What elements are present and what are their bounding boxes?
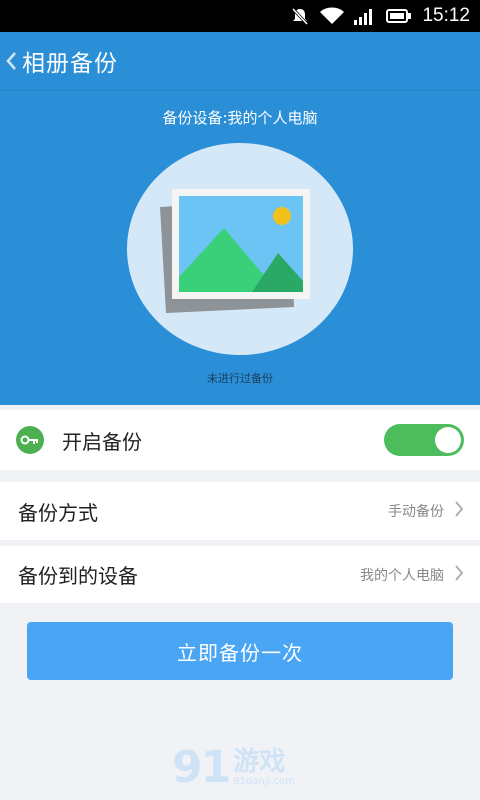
backup-status-text: 未进行过备份 <box>207 372 273 385</box>
photo-stack-icon <box>160 189 312 321</box>
notifications-off-icon <box>290 6 310 26</box>
wifi-icon <box>320 7 345 25</box>
backup-method-value: 手动备份 <box>388 504 444 520</box>
chevron-right-icon <box>454 564 464 586</box>
signal-icon <box>354 7 376 25</box>
backup-toggle-switch[interactable] <box>384 424 464 456</box>
backup-device-row-label: 备份到的设备 <box>18 564 138 588</box>
key-icon <box>16 426 44 454</box>
chevron-left-icon <box>4 50 22 72</box>
watermark-text: 游戏 91danji.com <box>233 748 295 788</box>
backup-device-row[interactable]: 备份到的设备 我的个人电脑 <box>0 546 480 603</box>
backup-toggle-label: 开启备份 <box>62 429 142 454</box>
site-watermark: 91 游戏 91danji.com <box>172 746 295 790</box>
watermark-logo: 91 <box>172 742 231 793</box>
backup-toggle-row: 开启备份 <box>0 410 480 470</box>
chevron-right-icon <box>454 500 464 522</box>
watermark-sub: 91danji.com <box>233 776 295 787</box>
watermark-main: 游戏 <box>233 747 286 777</box>
backup-now-button[interactable]: 立即备份一次 <box>27 622 453 680</box>
hero-panel: 备份设备:我的个人电脑 未进行过备份 <box>0 90 480 405</box>
backup-method-row[interactable]: 备份方式 手动备份 <box>0 482 480 540</box>
page-title: 相册备份 <box>22 51 118 77</box>
status-bar: 15:12 <box>0 0 480 32</box>
toggle-knob <box>435 427 461 453</box>
back-button[interactable]: 相册备份 <box>4 44 118 78</box>
battery-icon <box>386 8 412 24</box>
status-time: 15:12 <box>422 5 470 26</box>
backup-method-label: 备份方式 <box>18 500 98 525</box>
backup-device-label: 备份设备:我的个人电脑 <box>162 109 318 127</box>
backup-device-value: 我的个人电脑 <box>360 567 444 584</box>
app-header: 相册备份 <box>0 32 480 90</box>
